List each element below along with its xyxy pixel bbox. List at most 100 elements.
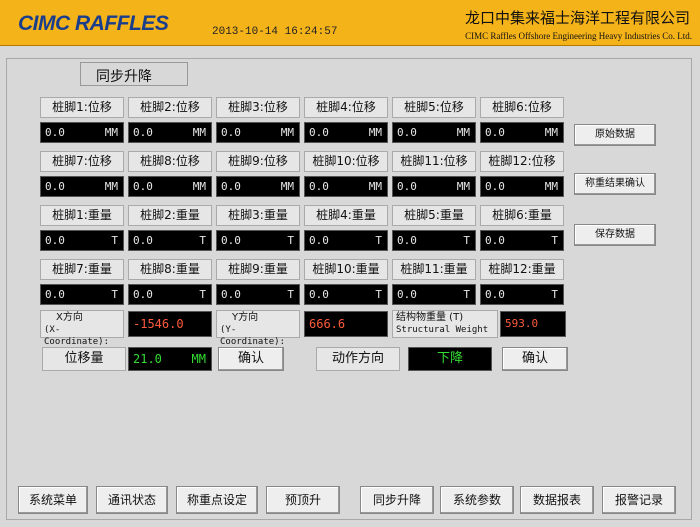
displacement-amount-label: 位移量 xyxy=(42,347,126,371)
x-coordinate-value: -1546.0 xyxy=(128,311,212,337)
leg-displacement-value-2: 0.0 MM xyxy=(128,122,212,143)
leg-weight-label-2: 桩脚2:重量 xyxy=(128,205,212,226)
leg-weight-number-9: 0.0 xyxy=(221,288,241,301)
leg-weight-label-6: 桩脚6:重量 xyxy=(480,205,564,226)
leg-displacement-value-9: 0.0 MM xyxy=(216,176,300,197)
datetime-display: 2013-10-14 16:24:57 xyxy=(212,26,338,38)
leg-displacement-label-6: 桩脚6:位移 xyxy=(480,97,564,118)
nav-button-sync-lifting[interactable]: 同步升降 xyxy=(360,486,434,514)
confirm-displacement-button[interactable]: 确认 xyxy=(218,347,284,371)
leg-weight-value-9: 0.0 T xyxy=(216,284,300,305)
leg-weight-value-2: 0.0 T xyxy=(128,230,212,251)
leg-displacement-number-6: 0.0 xyxy=(485,126,505,139)
leg-weight-unit-12: T xyxy=(551,288,558,301)
leg-displacement-value-12: 0.0 MM xyxy=(480,176,564,197)
nav-button-weigh-point-setting[interactable]: 称重点设定 xyxy=(176,486,258,514)
y-coordinate-label: Y方向 (Y-Coordinate): xyxy=(216,310,300,347)
x-coordinate-label-en: (X-Coordinate): xyxy=(44,325,110,347)
action-direction-label: 动作方向 xyxy=(316,347,400,371)
leg-displacement-value-3: 0.0 MM xyxy=(216,122,300,143)
leg-weight-unit-6: T xyxy=(551,234,558,247)
leg-displacement-unit-12: MM xyxy=(544,180,558,193)
leg-displacement-label-10: 桩脚10:位移 xyxy=(304,151,388,172)
leg-weight-number-5: 0.0 xyxy=(397,234,417,247)
leg-displacement-value-10: 0.0 MM xyxy=(304,176,388,197)
leg-weight-value-11: 0.0 T xyxy=(392,284,476,305)
leg-weight-label-8: 桩脚8:重量 xyxy=(128,259,212,280)
leg-displacement-unit-8: MM xyxy=(192,180,206,193)
leg-weight-value-4: 0.0 T xyxy=(304,230,388,251)
nav-button-system-menu[interactable]: 系统菜单 xyxy=(18,486,88,514)
leg-weight-value-7: 0.0 T xyxy=(40,284,124,305)
leg-weight-unit-10: T xyxy=(375,288,382,301)
nav-button-data-report[interactable]: 数据报表 xyxy=(520,486,594,514)
leg-weight-label-10: 桩脚10:重量 xyxy=(304,259,388,280)
leg-displacement-value-11: 0.0 MM xyxy=(392,176,476,197)
leg-displacement-unit-5: MM xyxy=(456,126,470,139)
panel-title: 同步升降 xyxy=(96,69,152,85)
leg-displacement-label-4: 桩脚4:位移 xyxy=(304,97,388,118)
structural-weight-label-en: Structural Weight xyxy=(396,325,489,335)
leg-weight-value-12: 0.0 T xyxy=(480,284,564,305)
structural-weight-label-cn: 结构物重量 (T) xyxy=(396,312,464,323)
leg-displacement-value-8: 0.0 MM xyxy=(128,176,212,197)
weigh-confirm-button[interactable]: 称重结果确认 xyxy=(574,173,656,195)
displacement-amount-unit: MM xyxy=(191,352,206,366)
leg-displacement-value-6: 0.0 MM xyxy=(480,122,564,143)
leg-weight-unit-11: T xyxy=(463,288,470,301)
nav-button-pre-jacking[interactable]: 预顶升 xyxy=(266,486,340,514)
leg-displacement-number-12: 0.0 xyxy=(485,180,505,193)
leg-displacement-number-9: 0.0 xyxy=(221,180,241,193)
leg-weight-value-1: 0.0 T xyxy=(40,230,124,251)
leg-weight-value-6: 0.0 T xyxy=(480,230,564,251)
leg-weight-label-5: 桩脚5:重量 xyxy=(392,205,476,226)
structural-weight-value: 593.0 xyxy=(500,311,566,337)
leg-displacement-unit-4: MM xyxy=(368,126,382,139)
y-coordinate-label-en: (Y-Coordinate): xyxy=(220,325,286,347)
leg-weight-unit-7: T xyxy=(111,288,118,301)
leg-weight-unit-9: T xyxy=(287,288,294,301)
leg-displacement-number-3: 0.0 xyxy=(221,126,241,139)
nav-button-system-params[interactable]: 系统参数 xyxy=(440,486,514,514)
leg-displacement-label-9: 桩脚9:位移 xyxy=(216,151,300,172)
leg-weight-label-11: 桩脚11:重量 xyxy=(392,259,476,280)
leg-displacement-label-7: 桩脚7:位移 xyxy=(40,151,124,172)
leg-weight-unit-4: T xyxy=(375,234,382,247)
leg-displacement-number-1: 0.0 xyxy=(45,126,65,139)
leg-weight-number-4: 0.0 xyxy=(309,234,329,247)
leg-displacement-label-11: 桩脚11:位移 xyxy=(392,151,476,172)
leg-weight-unit-8: T xyxy=(199,288,206,301)
leg-displacement-unit-10: MM xyxy=(368,180,382,193)
leg-weight-unit-1: T xyxy=(111,234,118,247)
leg-displacement-value-5: 0.0 MM xyxy=(392,122,476,143)
leg-displacement-number-10: 0.0 xyxy=(309,180,329,193)
displacement-amount-input[interactable]: 21.0 MM xyxy=(128,347,212,371)
leg-displacement-unit-2: MM xyxy=(192,126,206,139)
leg-weight-number-8: 0.0 xyxy=(133,288,153,301)
leg-weight-number-3: 0.0 xyxy=(221,234,241,247)
company-name-cn: 龙口中集来福士海洋工程有限公司 xyxy=(464,9,690,27)
leg-weight-number-6: 0.0 xyxy=(485,234,505,247)
raw-data-button[interactable]: 原始数据 xyxy=(574,124,656,146)
nav-button-comm-status[interactable]: 通讯状态 xyxy=(96,486,168,514)
leg-weight-value-10: 0.0 T xyxy=(304,284,388,305)
leg-weight-unit-2: T xyxy=(199,234,206,247)
header-bar: CIMC RAFFLES 2013-10-14 16:24:57 龙口中集来福士… xyxy=(0,0,700,46)
y-coordinate-label-cn: Y方向 xyxy=(232,312,259,323)
nav-button-alarm-log[interactable]: 报警记录 xyxy=(602,486,676,514)
action-direction-value[interactable]: 下降 xyxy=(408,347,492,371)
leg-weight-number-7: 0.0 xyxy=(45,288,65,301)
leg-weight-value-8: 0.0 T xyxy=(128,284,212,305)
structural-weight-label: 结构物重量 (T) Structural Weight xyxy=(392,310,498,338)
leg-displacement-unit-6: MM xyxy=(544,126,558,139)
y-coordinate-value: 666.6 xyxy=(304,311,388,337)
leg-weight-label-3: 桩脚3:重量 xyxy=(216,205,300,226)
save-data-button[interactable]: 保存数据 xyxy=(574,224,656,246)
leg-displacement-label-8: 桩脚8:位移 xyxy=(128,151,212,172)
company-logo: CIMC RAFFLES xyxy=(18,12,169,35)
leg-displacement-number-8: 0.0 xyxy=(133,180,153,193)
confirm-direction-button[interactable]: 确认 xyxy=(502,347,568,371)
leg-displacement-number-2: 0.0 xyxy=(133,126,153,139)
leg-weight-number-2: 0.0 xyxy=(133,234,153,247)
leg-displacement-value-7: 0.0 MM xyxy=(40,176,124,197)
